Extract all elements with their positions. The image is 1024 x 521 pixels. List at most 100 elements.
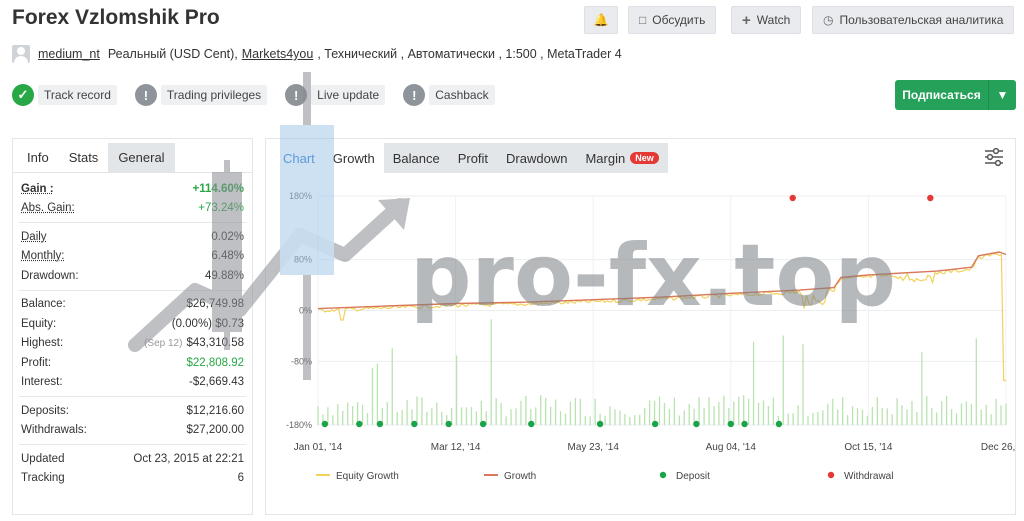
stat-daily: Daily 0.02% bbox=[13, 227, 252, 247]
account-meta: medium_nt Реальный (USD Cent), Markets4y… bbox=[12, 44, 622, 64]
deposit-marker bbox=[479, 420, 487, 428]
badge-track-record[interactable]: ✓ Track record bbox=[12, 83, 117, 107]
stat-deposits: Deposits: $12,216.60 bbox=[13, 401, 252, 421]
divider bbox=[19, 396, 246, 397]
stat-drawdown: Drawdown: 49.88% bbox=[13, 266, 252, 286]
legend-growth: Growth bbox=[504, 471, 536, 482]
stat-value: +114.60% bbox=[192, 182, 244, 195]
stat-label: Profit: bbox=[21, 356, 52, 369]
tab-info[interactable]: Info bbox=[17, 143, 59, 172]
x-tick-label: Oct 15, '14 bbox=[844, 442, 892, 453]
deposit-marker bbox=[741, 420, 748, 428]
deposit-marker bbox=[321, 420, 329, 428]
tab-general[interactable]: General bbox=[108, 143, 175, 172]
stat-label: Highest: bbox=[21, 337, 64, 350]
y-tick-label: -80% bbox=[291, 356, 312, 366]
stat-value: 6.48% bbox=[211, 250, 244, 263]
chart-panel: Chart Growth Balance Profit Drawdown Mar… bbox=[265, 138, 1017, 516]
stat-value: $27,200.00 bbox=[186, 424, 244, 437]
stats-list: Gain : +114.60% Abs. Gain: +73.24% Daily 0.… bbox=[13, 173, 252, 488]
divider bbox=[19, 289, 246, 291]
subscribe-label: Подписаться bbox=[902, 88, 981, 102]
deposit-marker bbox=[528, 420, 535, 428]
stat-label: Drawdown: bbox=[21, 269, 79, 282]
stat-label: Updated bbox=[21, 452, 65, 465]
stat-label: Tracking bbox=[21, 472, 65, 485]
deposit-marker bbox=[727, 420, 734, 428]
deposit-marker bbox=[376, 420, 384, 428]
badge-trading-privileges[interactable]: ! Trading privileges bbox=[134, 83, 268, 107]
x-tick-label: May 23, '14 bbox=[568, 442, 620, 453]
y-tick-label: -180% bbox=[286, 420, 312, 430]
stat-value: 49.88% bbox=[204, 269, 244, 282]
stat-label: Gain : bbox=[21, 182, 54, 195]
x-tick-label: Aug 04, '14 bbox=[706, 442, 757, 453]
stat-value: (Sep 12) $43,310.58 bbox=[144, 337, 244, 349]
watch-button[interactable]: + Watch bbox=[731, 6, 802, 34]
plus-icon: + bbox=[742, 11, 751, 29]
subscribe-button[interactable]: Подписаться ▼ bbox=[895, 80, 1016, 110]
check-icon: ✓ bbox=[12, 84, 34, 106]
page-title: Forex Vzlomshik Pro bbox=[12, 6, 220, 29]
watch-label: Watch bbox=[756, 13, 791, 27]
stat-value: (0.00%) $0.73 bbox=[172, 318, 244, 330]
account-details: , Технический , Автоматически , 1:500 , … bbox=[317, 47, 622, 61]
deposit-marker bbox=[411, 420, 418, 428]
chevron-down-icon[interactable]: ▼ bbox=[988, 80, 1016, 110]
stat-label: Deposits: bbox=[21, 404, 69, 417]
stat-withdrawals: Withdrawals: $27,200.00 bbox=[13, 421, 252, 441]
stat-highest: Highest: (Sep 12) $43,310.58 bbox=[13, 334, 252, 354]
custom-analytics-button[interactable]: ◷ Пользовательская аналитика bbox=[812, 6, 1015, 34]
x-tick-label: Dec 26, '14 bbox=[981, 442, 1017, 453]
divider bbox=[19, 222, 246, 223]
growth-chart[interactable]: 180% 80% 0% -80% -180% Jan 01, '14 Mar 12, '14… bbox=[266, 139, 1017, 516]
user-link[interactable]: medium_nt bbox=[38, 47, 100, 61]
y-tick-label: 0% bbox=[299, 306, 312, 316]
stat-label: Daily bbox=[21, 230, 47, 243]
discuss-button[interactable]: □ Обсудить bbox=[628, 6, 717, 34]
stat-value: $22,808.92 bbox=[186, 356, 244, 369]
badge-label: Live update bbox=[311, 85, 386, 105]
chat-icon: □ bbox=[639, 13, 647, 27]
badge-label: Trading privileges bbox=[160, 85, 268, 105]
exclamation-icon: ! bbox=[403, 84, 426, 106]
stat-label: Abs. Gain: bbox=[21, 202, 75, 215]
discuss-label: Обсудить bbox=[652, 13, 706, 27]
stat-value: $12,216.60 bbox=[186, 404, 244, 417]
account-type: Реальный (USD Cent), bbox=[107, 47, 238, 61]
stat-equity: Equity: (0.00%) $0.73 bbox=[13, 314, 252, 334]
stat-interest: Interest: -$2,669.43 bbox=[13, 373, 252, 393]
highest-amount: $43,310.58 bbox=[186, 337, 244, 350]
avatar bbox=[12, 45, 30, 63]
tab-stats[interactable]: Stats bbox=[58, 143, 109, 172]
stat-label: Withdrawals: bbox=[21, 424, 87, 437]
clock-icon: ◷ bbox=[823, 13, 834, 27]
badge-cashback[interactable]: ! Cashback bbox=[403, 83, 495, 107]
stat-value: -$2,669.43 bbox=[189, 376, 244, 389]
exclamation-icon: ! bbox=[134, 84, 157, 106]
analytics-label: Пользовательская аналитика bbox=[839, 13, 1004, 27]
stat-balance: Balance: $26,749.98 bbox=[13, 295, 252, 315]
badge-label: Track record bbox=[38, 85, 117, 105]
stat-label: Equity: bbox=[21, 317, 57, 330]
deposit-marker bbox=[651, 420, 659, 428]
broker-link[interactable]: Markets4you bbox=[242, 47, 314, 61]
stats-tabs: Info Stats General bbox=[13, 139, 252, 173]
badge-label: Cashback bbox=[429, 85, 495, 105]
stat-monthly: Monthly: 6.48% bbox=[13, 247, 252, 267]
stat-label: Balance: bbox=[21, 298, 66, 311]
badges: ✓ Track record ! Trading privileges ! Li… bbox=[12, 83, 495, 107]
highest-date: (Sep 12) bbox=[144, 338, 183, 350]
deposit-marker bbox=[693, 420, 700, 428]
withdrawal-marker bbox=[789, 194, 796, 202]
badge-live-update[interactable]: ! Live update bbox=[285, 83, 386, 107]
exclamation-icon: ! bbox=[285, 84, 308, 106]
legend-equity-growth: Equity Growth bbox=[336, 471, 399, 482]
legend-deposit: Deposit bbox=[676, 471, 710, 482]
notification-bell-button[interactable]: 🔔 bbox=[584, 6, 618, 34]
stat-label: Interest: bbox=[21, 376, 63, 389]
stat-updated: Updated Oct 23, 2015 at 22:21 bbox=[13, 449, 252, 469]
stat-gain: Gain : +114.60% bbox=[13, 179, 252, 199]
y-tick-label: 80% bbox=[294, 255, 312, 265]
divider bbox=[19, 444, 246, 445]
